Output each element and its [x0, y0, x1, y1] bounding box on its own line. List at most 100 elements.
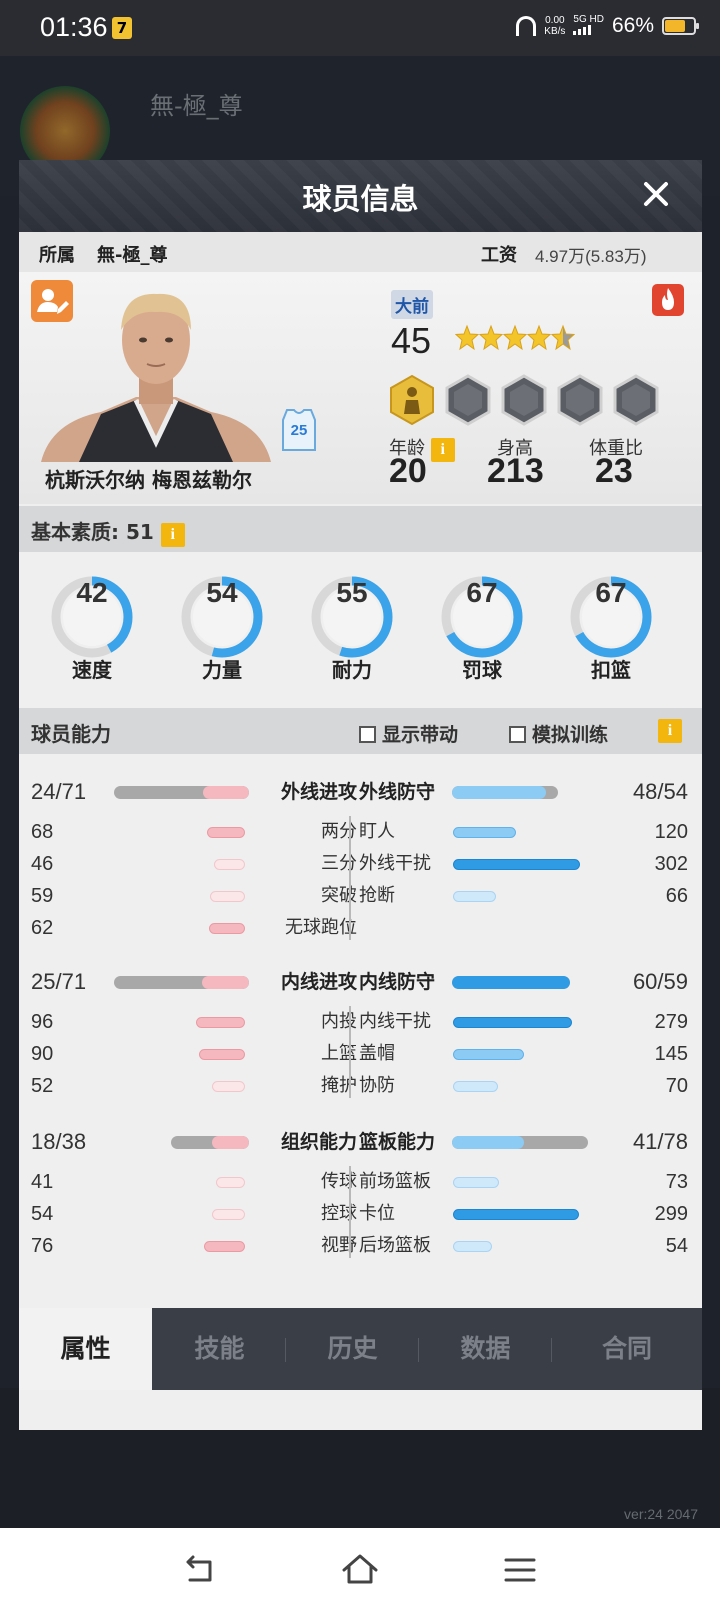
- right-attr-value: 299: [654, 1203, 688, 1225]
- left-attr-value: 68: [31, 821, 54, 843]
- ability-title: 球员能力: [31, 722, 111, 746]
- left-attr-name: 视野: [321, 1235, 357, 1256]
- right-group-name: 篮板能力: [359, 1131, 436, 1153]
- star-rating: [455, 324, 575, 352]
- basic-quality-rings: 42 速度 54 力量 55 耐力 67 罚球 67 扣篮: [19, 550, 702, 700]
- tab-1[interactable]: 技能: [153, 1308, 286, 1390]
- left-attr-name: 控球: [321, 1203, 357, 1224]
- left-attr-value: 90: [31, 1043, 54, 1065]
- tab-4[interactable]: 合同: [552, 1308, 702, 1390]
- right-attr-name: 前场篮板: [359, 1171, 431, 1192]
- menu-icon[interactable]: [500, 1550, 540, 1590]
- left-attr-value: 46: [31, 853, 54, 875]
- ability-row: 59 突破 抢断 66: [19, 880, 702, 912]
- right-attr-name: 卡位: [359, 1203, 395, 1224]
- right-attr-name: 盖帽: [359, 1043, 395, 1064]
- simulate-training-toggle[interactable]: 模拟训练: [509, 720, 608, 747]
- right-attr-bar: [453, 891, 496, 902]
- left-attr-bar: [209, 923, 245, 934]
- player-profile: 25 杭斯沃尔纳 梅恩兹勒尔 大前 45 年龄 i 身高 体重比 20 213 …: [19, 272, 702, 504]
- left-attr-bar: [207, 827, 245, 838]
- star-icon: [503, 324, 527, 351]
- ability-header: 球员能力 显示带动 模拟训练 i: [19, 708, 702, 754]
- right-attr-bar: [453, 859, 580, 870]
- right-attr-name: 外线干扰: [359, 853, 431, 874]
- trait-badge-icon[interactable]: [389, 374, 435, 426]
- tab-2[interactable]: 历史: [286, 1308, 419, 1390]
- left-attr-name: 掩护: [321, 1075, 357, 1096]
- left-attr-name: 内投: [321, 1011, 357, 1032]
- left-attr-value: 52: [31, 1075, 54, 1097]
- tab-3[interactable]: 数据: [419, 1308, 552, 1390]
- ability-info-icon[interactable]: i: [658, 719, 682, 743]
- left-attr-bar: [212, 1209, 245, 1220]
- battery-icon: [662, 17, 699, 35]
- jersey-number: 25: [290, 422, 308, 439]
- left-attr-value: 59: [31, 885, 54, 907]
- left-group-score: 24/71: [31, 779, 87, 804]
- navigation-bar: [0, 1528, 720, 1612]
- basic-quality-header: 基本素质: 51 i: [19, 506, 702, 552]
- star-icon: [455, 324, 479, 351]
- right-group-bar: [452, 976, 570, 989]
- background-team-name: 無-極_尊: [150, 92, 243, 120]
- empty-badge-slot-icon[interactable]: [445, 374, 491, 426]
- star-icon: [551, 324, 575, 351]
- ability-group-row: 18/38 组织能力 篮板能力 41/78: [19, 1126, 702, 1158]
- status-bar: 01:36 7 0.00 KB/s 5G HD 66%: [0, 0, 720, 56]
- right-group-bar: [452, 786, 558, 799]
- left-group-name: 组织能力: [280, 1131, 357, 1153]
- empty-badge-slot-icon[interactable]: [557, 374, 603, 426]
- quality-label: 扣篮: [591, 658, 631, 682]
- age-info-icon[interactable]: i: [430, 438, 455, 462]
- show-drive-toggle[interactable]: 显示带动: [359, 720, 458, 747]
- left-attr-value: 96: [31, 1011, 54, 1033]
- right-attr-name: 盯人: [359, 821, 395, 842]
- basic-quality-info-icon[interactable]: i: [160, 523, 185, 547]
- left-attr-bar: [214, 859, 245, 870]
- right-attr-name: 抢断: [359, 885, 395, 906]
- club-name: 無-極_尊: [97, 245, 168, 266]
- ability-row: 62 无球跑位: [19, 912, 702, 944]
- left-group-name: 内线进攻: [280, 971, 357, 993]
- dialog-title: 球员信息: [302, 182, 419, 216]
- weight-ratio-value: 23: [595, 452, 633, 490]
- checkbox-icon: [509, 726, 526, 743]
- ability-row: 96 内投 内线干扰 279: [19, 1006, 702, 1038]
- right-attr-bar: [453, 1209, 579, 1220]
- left-attr-name: 无球跑位: [285, 917, 357, 938]
- right-attr-value: 54: [665, 1235, 688, 1257]
- right-attr-bar: [453, 1017, 572, 1028]
- height-value: 213: [487, 452, 544, 490]
- left-group-name: 外线进攻: [280, 781, 357, 803]
- version-label: ver:24 2047: [624, 1506, 698, 1522]
- tab-separator: [418, 1338, 419, 1362]
- left-attr-bar: [210, 891, 245, 902]
- right-attr-name: 内线干扰: [359, 1011, 431, 1032]
- tab-0[interactable]: 属性: [19, 1308, 152, 1390]
- empty-badge-slot-icon[interactable]: [501, 374, 547, 426]
- left-attr-value: 54: [31, 1203, 54, 1225]
- headphones-icon: [516, 16, 537, 36]
- home-icon[interactable]: [340, 1550, 380, 1590]
- ability-row: 52 掩护 协防 70: [19, 1070, 702, 1102]
- salary-label: 工资: [481, 245, 517, 266]
- tab-separator: [285, 1338, 286, 1362]
- tab-separator: [551, 1338, 552, 1362]
- right-group-name: 外线防守: [359, 781, 436, 803]
- back-icon[interactable]: [180, 1550, 220, 1590]
- right-group-name: 内线防守: [359, 971, 436, 993]
- quality-label: 罚球: [462, 658, 502, 682]
- close-button[interactable]: [636, 174, 676, 214]
- left-attr-value: 62: [31, 917, 54, 939]
- empty-badge-slot-icon[interactable]: [613, 374, 659, 426]
- left-attr-value: 76: [31, 1235, 54, 1257]
- ability-row: 41 传球 前场篮板 73: [19, 1166, 702, 1198]
- player-portrait: [41, 293, 271, 462]
- fire-icon[interactable]: [652, 284, 684, 316]
- right-group-score: 41/78: [632, 1129, 688, 1154]
- player-name: 杭斯沃尔纳 梅恩兹勒尔: [45, 468, 252, 492]
- left-attr-bar: [216, 1177, 245, 1188]
- basic-quality-title: 基本素质: 51 i: [31, 516, 185, 547]
- app-notification-icon: 7: [112, 17, 132, 39]
